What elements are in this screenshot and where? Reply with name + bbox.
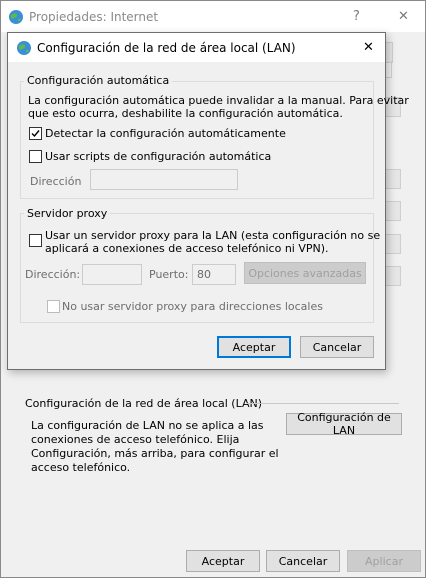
lan-settings-button[interactable]: Configuración de LAN [286,411,402,437]
lan-section-desc-line: acceso telefónico. [31,461,131,474]
internet-globe-icon [8,9,24,28]
bypass-local-checkbox[interactable] [47,300,60,313]
detect-settings-checkbox[interactable] [29,127,42,140]
proxy-address-label: Dirección: [25,268,81,281]
lan-section-desc-line: conexiones de acceso telefónico. Elija [31,433,240,446]
parent-apply-button[interactable]: Aplicar [347,550,421,572]
bypass-local-label[interactable]: No usar servidor proxy para direcciones … [62,300,323,313]
dialog-ok-button[interactable]: Aceptar [217,336,291,358]
auto-config-desc-line: La configuración automática puede invali… [28,94,409,107]
parent-close-icon[interactable]: ✕ [398,9,409,24]
lan-section-desc-line: Configuración, más arriba, para configur… [31,447,279,460]
auto-config-desc-line: que esto ocurra, deshabilite la configur… [28,107,343,120]
parent-cancel-button[interactable]: Cancelar [266,550,340,572]
dialog-close-icon[interactable]: ✕ [363,40,374,55]
proxy-server-group-title: Servidor proxy [24,207,111,220]
use-script-label[interactable]: Usar scripts de configuración automática [45,150,271,163]
lan-section-divider [247,403,399,404]
script-address-label: Dirección [30,175,82,188]
script-address-input[interactable] [90,169,238,190]
use-proxy-checkbox[interactable] [29,234,42,247]
auto-config-group-title: Configuración automática [24,74,173,87]
lan-section-desc-line: La configuración de LAN no se aplica a l… [31,419,264,432]
use-proxy-label-line[interactable]: Usar un servidor proxy para la LAN (esta… [45,229,380,242]
proxy-address-input[interactable] [82,264,142,285]
detect-settings-label[interactable]: Detectar la configuración automáticament… [45,127,286,140]
proxy-port-input[interactable] [192,264,236,285]
proxy-port-label: Puerto: [149,268,189,281]
lan-settings-dialog: Configuración de la red de área local (L… [7,32,409,370]
lan-section-title: Configuración de la red de área local (L… [25,397,263,410]
use-script-checkbox[interactable] [29,150,42,163]
dialog-cancel-button[interactable]: Cancelar [300,336,374,358]
dialog-title: Configuración de la red de área local (L… [37,41,296,55]
use-proxy-label-line[interactable]: aplicará a conexiones de acceso telefóni… [45,242,329,255]
help-icon[interactable]: ? [353,9,360,24]
parent-ok-button[interactable]: Aceptar [186,550,260,572]
parent-window-title: Propiedades: Internet [29,10,159,24]
internet-globe-icon [16,40,32,59]
advanced-options-button[interactable]: Opciones avanzadas [244,262,366,284]
